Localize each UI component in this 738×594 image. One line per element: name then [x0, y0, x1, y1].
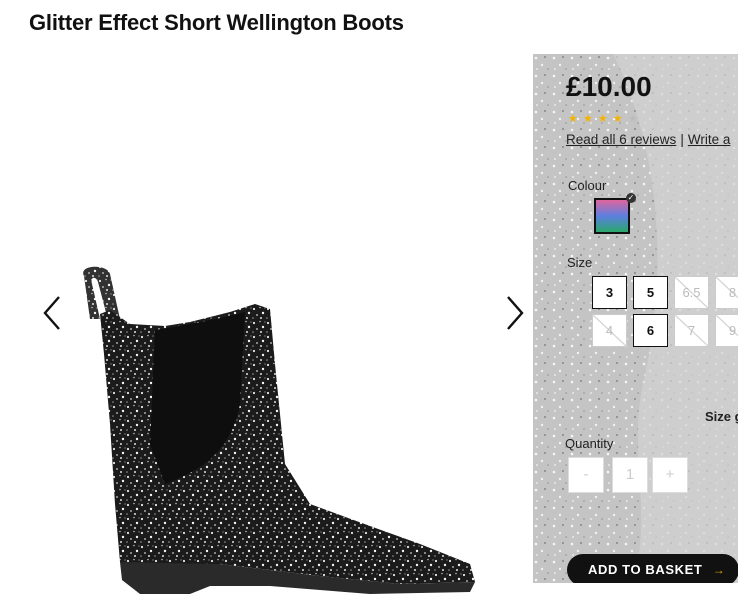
reviews-separator: |: [680, 132, 684, 147]
size-option-6-5[interactable]: 6.5: [674, 276, 709, 309]
quantity-increase-button[interactable]: +: [652, 457, 688, 493]
prev-image-button[interactable]: [37, 293, 67, 333]
half-star-icon: ★: [627, 113, 639, 125]
size-option-3[interactable]: 3: [592, 276, 627, 309]
star-rating: ★ ★ ★ ★ ★: [568, 112, 639, 125]
chevron-right-icon: [507, 296, 524, 330]
add-to-basket-label: ADD TO BASKET: [588, 562, 703, 577]
product-image: [83, 266, 475, 594]
star-icon: ★: [597, 113, 609, 125]
size-label: Size: [567, 255, 593, 270]
size-option-4[interactable]: 4: [592, 314, 627, 347]
star-icon: ★: [612, 113, 624, 125]
colour-label: Colour: [568, 178, 607, 193]
size-option-8[interactable]: 8: [715, 276, 738, 309]
next-image-button[interactable]: [500, 293, 530, 333]
quantity-input[interactable]: 1: [612, 457, 648, 493]
product-gallery: [0, 54, 546, 594]
quantity-label: Quantity: [565, 436, 614, 451]
arrow-right-icon: →: [712, 563, 726, 577]
chevron-left-icon: [43, 296, 60, 330]
add-to-basket-button[interactable]: ADD TO BASKET →: [567, 554, 738, 583]
reviews-links: Read all 6 reviews | Write a: [566, 132, 730, 147]
size-option-9[interactable]: 9: [715, 314, 738, 347]
check-icon: ✓: [626, 193, 636, 203]
read-reviews-link[interactable]: Read all 6 reviews: [566, 132, 676, 147]
size-guide-link[interactable]: Size g: [705, 409, 738, 424]
price: £10.00: [566, 71, 652, 102]
quantity-decrease-button[interactable]: -: [568, 457, 604, 493]
size-option-7[interactable]: 7: [674, 314, 709, 347]
write-review-link[interactable]: Write a: [688, 132, 731, 147]
size-option-6[interactable]: 6: [633, 314, 668, 347]
colour-swatch[interactable]: [594, 198, 630, 234]
product-info-panel: £10.00 ★ ★ ★ ★ ★ Read all 6 reviews | Writ…: [533, 54, 738, 583]
size-option-5[interactable]: 5: [633, 276, 668, 309]
star-icon: ★: [568, 113, 579, 125]
page-title: Glitter Effect Short Wellington Boots: [29, 10, 404, 35]
star-icon: ★: [582, 113, 594, 125]
